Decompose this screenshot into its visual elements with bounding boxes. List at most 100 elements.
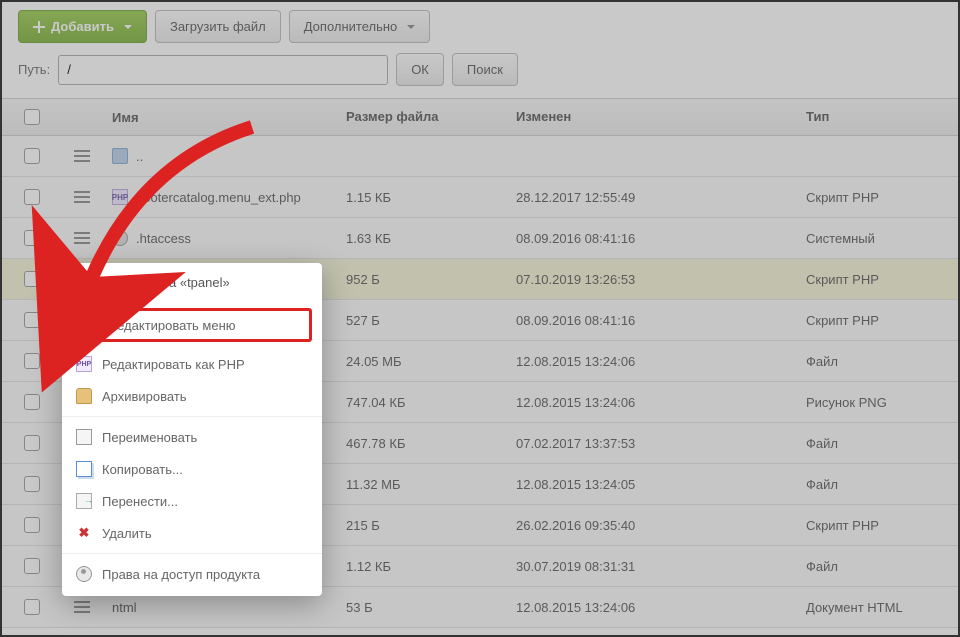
row-checkbox[interactable]: [24, 435, 40, 451]
context-item-label: Редактировать меню: [109, 318, 236, 333]
add-button-label: Добавить: [51, 19, 114, 34]
ren-icon: [76, 429, 92, 445]
file-modified: 08.09.2016 08:41:16: [508, 303, 798, 338]
table-row[interactable]: ..: [2, 136, 958, 177]
row-checkbox[interactable]: [24, 230, 40, 246]
select-all-checkbox[interactable]: [24, 109, 40, 125]
context-item[interactable]: Переименовать: [62, 421, 322, 453]
burger-icon[interactable]: [76, 277, 92, 289]
file-type: Файл: [798, 467, 958, 502]
file-size: [338, 146, 508, 166]
file-type: Скрипт PHP: [798, 508, 958, 543]
table-row[interactable]: .htaccess 1.63 КБ08.09.2016 08:41:16Систе…: [2, 218, 958, 259]
table-row[interactable]: PHP.footercatalog.menu_ext.php1.15 КБ28.…: [2, 177, 958, 218]
context-separator: [62, 553, 322, 554]
header-modified[interactable]: Изменен: [508, 99, 798, 135]
file-type: Скрипт PHP: [798, 303, 958, 338]
path-input[interactable]: [58, 55, 388, 85]
row-checkbox[interactable]: [24, 312, 40, 328]
file-type: Файл: [798, 344, 958, 379]
file-size: 952 Б: [338, 262, 508, 297]
file-type: Скрипт PHP: [798, 180, 958, 215]
context-item[interactable]: PHP Редактировать как PHP: [62, 348, 322, 380]
upload-button[interactable]: Загрузить файл: [155, 10, 281, 43]
file-modified: 12.08.2015 13:24:06: [508, 590, 798, 625]
file-type: Файл: [798, 549, 958, 584]
context-item[interactable]: Перенести...: [62, 485, 322, 517]
context-item[interactable]: Редактировать меню: [72, 308, 312, 342]
file-type: Скрипт PHP: [798, 262, 958, 297]
file-name: ntml: [112, 600, 137, 615]
file-size: 215 Б: [338, 508, 508, 543]
upload-button-label: Загрузить файл: [170, 19, 266, 34]
row-checkbox[interactable]: [24, 189, 40, 205]
row-checkbox[interactable]: [24, 148, 40, 164]
context-title: Меню типа «tpanel»: [110, 275, 230, 290]
file-modified: 30.07.2019 08:31:31: [508, 549, 798, 584]
file-icon: [112, 148, 128, 164]
file-size: 467.78 КБ: [338, 426, 508, 461]
file-size: 527 Б: [338, 303, 508, 338]
file-size: 1.12 КБ: [338, 549, 508, 584]
context-item[interactable]: Архивировать: [62, 380, 322, 412]
file-size: 11.32 МБ: [338, 467, 508, 502]
del-icon: ✖: [76, 525, 92, 541]
add-button[interactable]: Добавить: [18, 10, 147, 43]
file-modified: 07.10.2019 13:26:53: [508, 262, 798, 297]
file-modified: 26.02.2016 09:35:40: [508, 508, 798, 543]
file-size: 1.63 КБ: [338, 221, 508, 256]
file-type: Документ HTML: [798, 590, 958, 625]
row-menu-icon[interactable]: [74, 232, 90, 244]
context-item-label: Перенести...: [102, 494, 178, 509]
more-button[interactable]: Дополнительно: [289, 10, 431, 43]
file-modified: 28.12.2017 12:55:49: [508, 180, 798, 215]
file-type: Рисунок PNG: [798, 385, 958, 420]
context-title-row: Меню типа «tpanel»: [62, 263, 322, 302]
plus-icon: [33, 21, 45, 33]
file-modified: 12.08.2015 13:24:06: [508, 385, 798, 420]
row-checkbox[interactable]: [24, 476, 40, 492]
perm-icon: [76, 566, 92, 582]
file-size: 1.15 КБ: [338, 180, 508, 215]
row-checkbox[interactable]: [24, 599, 40, 615]
context-item-label: Копировать...: [102, 462, 183, 477]
context-item[interactable]: Права на доступ продукта: [62, 558, 322, 590]
context-menu: Меню типа «tpanel» Редактировать меню PHP…: [62, 263, 322, 596]
file-type: [798, 146, 958, 166]
context-item-label: Редактировать как PHP: [102, 357, 245, 372]
row-checkbox[interactable]: [24, 353, 40, 369]
row-checkbox[interactable]: [24, 558, 40, 574]
row-menu-icon[interactable]: [74, 191, 90, 203]
file-modified: 08.09.2016 08:41:16: [508, 221, 798, 256]
row-checkbox[interactable]: [24, 271, 40, 287]
move-icon: [76, 493, 92, 509]
row-menu-icon[interactable]: [74, 150, 90, 162]
row-checkbox[interactable]: [24, 517, 40, 533]
header-type[interactable]: Тип: [798, 99, 958, 135]
file-size: 24.05 МБ: [338, 344, 508, 379]
header-size[interactable]: Размер файла: [338, 99, 508, 135]
copy-icon: [76, 461, 92, 477]
file-icon: PHP: [112, 189, 128, 205]
context-separator: [62, 416, 322, 417]
file-modified: [508, 146, 798, 166]
file-modified: 12.08.2015 13:24:05: [508, 467, 798, 502]
context-item-label: Переименовать: [102, 430, 197, 445]
edit-icon: [83, 317, 99, 333]
row-menu-icon[interactable]: [74, 601, 90, 613]
context-item-label: Архивировать: [102, 389, 187, 404]
ok-button[interactable]: ОК: [396, 53, 444, 86]
file-size: 53 Б: [338, 590, 508, 625]
context-item[interactable]: ✖ Удалить: [62, 517, 322, 549]
search-button[interactable]: Поиск: [452, 53, 518, 86]
file-icon: [112, 230, 128, 246]
header-name[interactable]: Имя: [102, 99, 338, 135]
context-item[interactable]: Копировать...: [62, 453, 322, 485]
file-name: .htaccess: [136, 231, 191, 246]
file-type: Системный: [798, 221, 958, 256]
php-icon: PHP: [76, 356, 92, 372]
arch-icon: [76, 388, 92, 404]
context-item-label: Права на доступ продукта: [102, 567, 260, 582]
context-item-label: Удалить: [102, 526, 152, 541]
row-checkbox[interactable]: [24, 394, 40, 410]
